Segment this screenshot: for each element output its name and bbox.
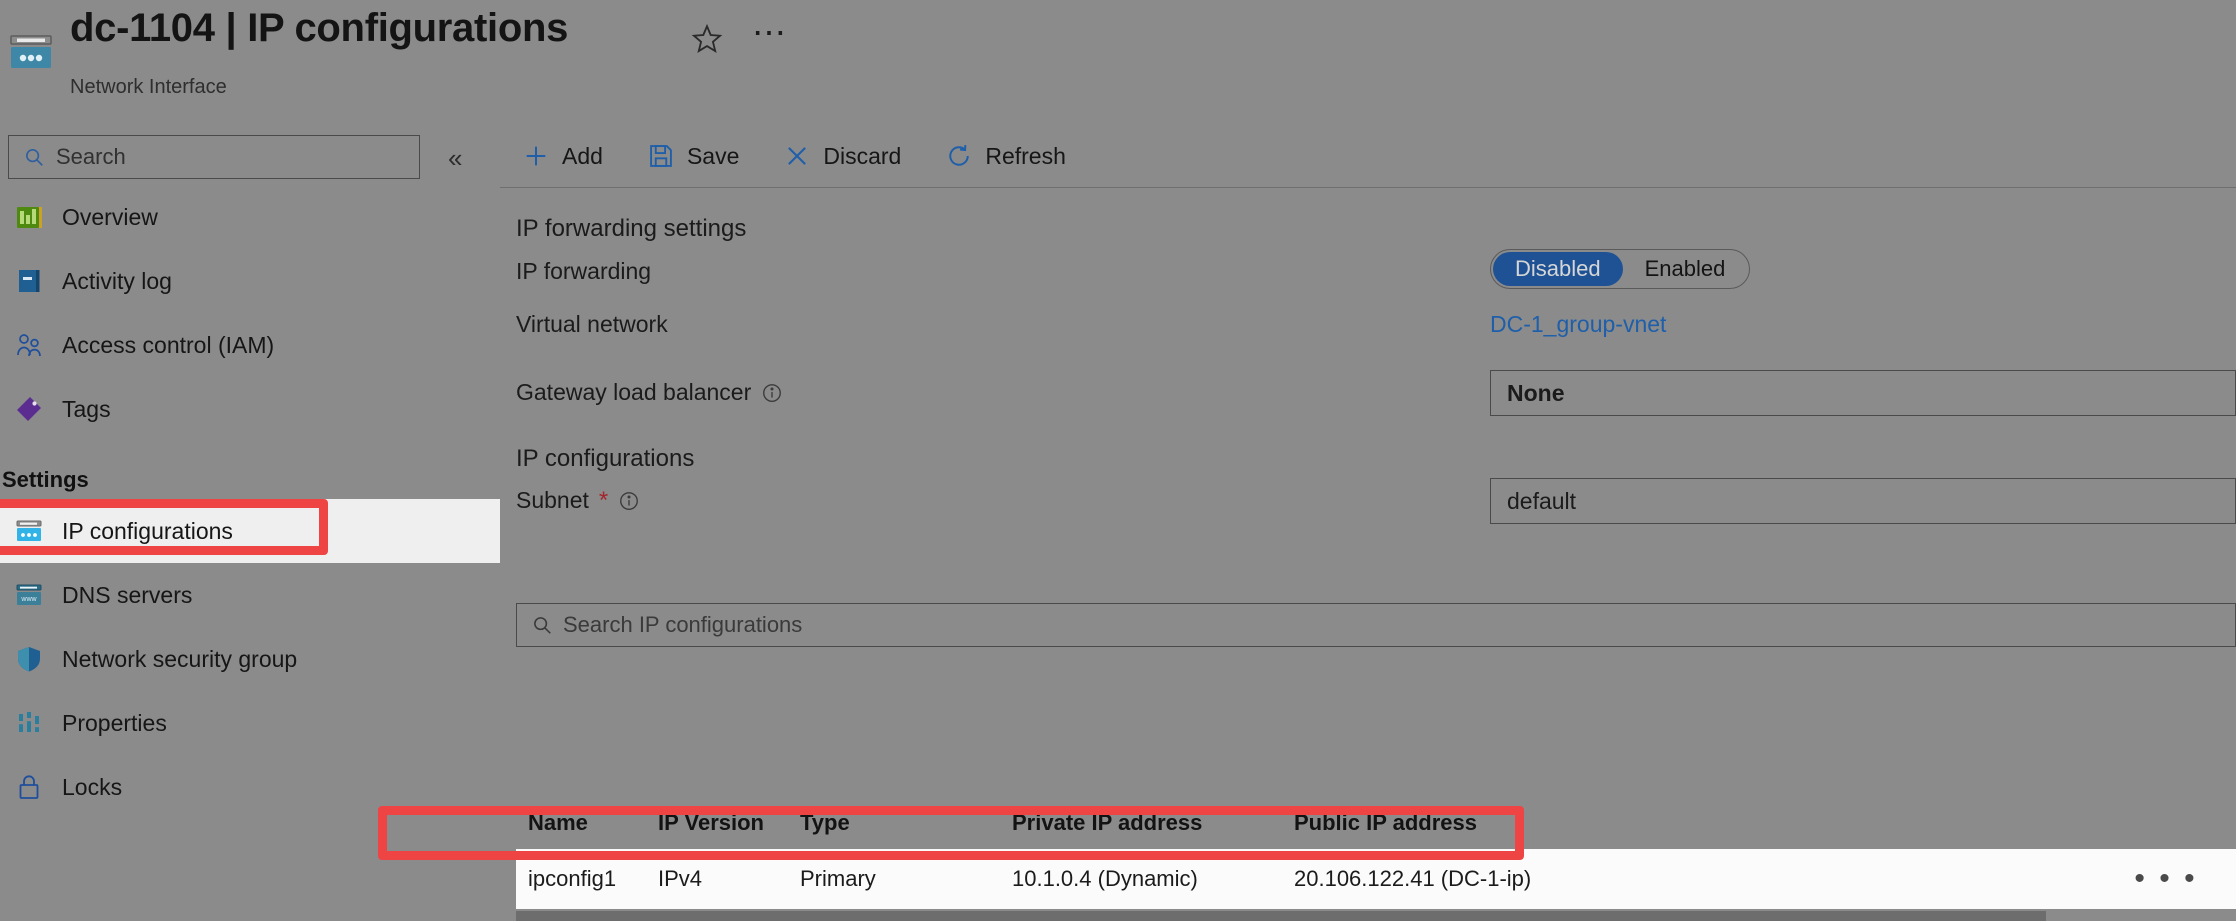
sidebar-item-label: Activity log (62, 268, 172, 295)
cell-private-ip: 10.1.0.4 (Dynamic) (1012, 866, 1294, 892)
page-subtitle: Network Interface (70, 76, 227, 99)
sidebar-item-overview[interactable]: Overview (0, 185, 500, 249)
cell-name: ipconfig1 (516, 866, 658, 892)
sidebar-item-label: Overview (62, 204, 158, 231)
ip-configurations-table: Name IP Version Type Private IP address … (516, 797, 2236, 909)
ellipsis-icon[interactable]: ⋯ (752, 22, 786, 56)
table-row[interactable]: ipconfig1 IPv4 Primary 10.1.0.4 (Dynamic… (516, 849, 2236, 909)
search-icon (531, 614, 553, 636)
virtual-network-label: Virtual network (516, 311, 668, 338)
sidebar-item-properties[interactable]: Properties (0, 691, 500, 755)
save-button[interactable]: Save (625, 133, 761, 179)
ip-forwarding-toggle[interactable]: Disabled Enabled (1490, 249, 1750, 289)
star-icon[interactable] (690, 22, 724, 56)
sidebar-item-ip-configurations[interactable]: IP configurations (0, 499, 500, 563)
subnet-label: Subnet * (516, 487, 640, 514)
column-header-private-ip: Private IP address (1012, 810, 1294, 836)
toggle-option-enabled[interactable]: Enabled (1623, 252, 1748, 286)
sidebar-item-access-control[interactable]: Access control (IAM) (0, 313, 500, 377)
sidebar-item-label: Properties (62, 710, 167, 737)
sidebar-item-tags[interactable]: Tags (0, 377, 500, 441)
sidebar-item-label: IP configurations (62, 518, 233, 545)
sidebar-item-activity-log[interactable]: Activity log (0, 249, 500, 313)
ip-configurations-section-title: IP configurations (516, 445, 694, 473)
overview-icon (14, 202, 44, 232)
search-input[interactable]: Search (8, 135, 420, 179)
sidebar-item-label: DNS servers (62, 582, 192, 609)
info-icon[interactable] (761, 382, 783, 404)
refresh-label: Refresh (985, 143, 1066, 170)
sidebar-item-label: Access control (IAM) (62, 332, 274, 359)
required-marker: * (599, 489, 608, 513)
ip-forwarding-label-text: IP forwarding (516, 258, 651, 285)
save-label: Save (687, 143, 739, 170)
row-actions-cell[interactable]: • • • (2096, 872, 2236, 886)
network-interface-icon (8, 28, 54, 74)
command-toolbar: Add Save Discard (500, 125, 1088, 187)
gateway-load-balancer-label-text: Gateway load balancer (516, 379, 751, 406)
sidebar-item-label: Locks (62, 774, 122, 801)
close-icon (783, 142, 811, 170)
gateway-load-balancer-select[interactable]: None (1490, 370, 2236, 416)
table-header-row: Name IP Version Type Private IP address … (516, 797, 2236, 849)
add-label: Add (562, 143, 603, 170)
page-title: dc-1104 | IP configurations (70, 6, 568, 51)
dns-servers-icon: www (14, 580, 44, 610)
sidebar-item-network-security-group[interactable]: Network security group (0, 627, 500, 691)
ip-configurations-icon (14, 516, 44, 546)
table-search-placeholder: Search IP configurations (563, 612, 802, 638)
sidebar-item-locks[interactable]: Locks (0, 755, 500, 819)
sidebar-nav: Overview Activity log (0, 185, 500, 819)
shield-icon (14, 644, 44, 674)
sidebar-item-label: Network security group (62, 646, 297, 673)
azure-portal-blade: dc-1104 | IP configurations Network Inte… (0, 0, 2236, 894)
column-header-name: Name (516, 810, 658, 836)
ip-forwarding-section-title: IP forwarding settings (516, 215, 746, 243)
subnet-select[interactable]: default (1490, 478, 2236, 524)
gateway-load-balancer-value: None (1507, 380, 1565, 407)
horizontal-scrollbar[interactable] (516, 911, 2046, 921)
svg-text:www: www (20, 596, 37, 603)
cell-public-ip: 20.106.122.41 (DC-1-ip) (1294, 866, 2096, 892)
info-icon[interactable] (618, 490, 640, 512)
main-content: Add Save Discard (500, 125, 2236, 894)
virtual-network-link[interactable]: DC-1_group-vnet (1490, 311, 1666, 338)
sidebar-item-label: Tags (62, 396, 111, 423)
activity-log-icon (14, 266, 44, 296)
refresh-icon (945, 142, 973, 170)
chevron-double-left-icon[interactable]: « (448, 145, 462, 171)
sidebar-group-settings: Settings (0, 441, 500, 499)
ellipsis-icon[interactable]: • • • (2134, 872, 2197, 886)
discard-label: Discard (823, 143, 901, 170)
sidebar-item-dns-servers[interactable]: www DNS servers (0, 563, 500, 627)
subnet-label-text: Subnet (516, 487, 589, 514)
save-icon (647, 142, 675, 170)
tags-icon (14, 394, 44, 424)
virtual-network-label-text: Virtual network (516, 311, 668, 338)
add-button[interactable]: Add (500, 133, 625, 179)
table-search-input[interactable]: Search IP configurations (516, 603, 2236, 647)
refresh-button[interactable]: Refresh (923, 133, 1088, 179)
column-header-ip-version: IP Version (658, 810, 800, 836)
subnet-value: default (1507, 488, 1576, 515)
blade-header: dc-1104 | IP configurations Network Inte… (0, 0, 2236, 125)
search-icon (23, 146, 45, 168)
toggle-option-disabled[interactable]: Disabled (1493, 252, 1623, 286)
properties-icon (14, 708, 44, 738)
column-header-public-ip: Public IP address (1294, 810, 2096, 836)
cell-type: Primary (800, 866, 1012, 892)
ip-forwarding-label: IP forwarding (516, 258, 651, 285)
search-placeholder: Search (56, 144, 126, 170)
discard-button[interactable]: Discard (761, 133, 923, 179)
access-control-icon (14, 330, 44, 360)
gateway-load-balancer-label: Gateway load balancer (516, 379, 783, 406)
toolbar-divider (500, 187, 2236, 188)
column-header-type: Type (800, 810, 1012, 836)
plus-icon (522, 142, 550, 170)
sidebar: Search « Overview (0, 125, 500, 894)
lock-icon (14, 772, 44, 802)
cell-ip-version: IPv4 (658, 866, 800, 892)
